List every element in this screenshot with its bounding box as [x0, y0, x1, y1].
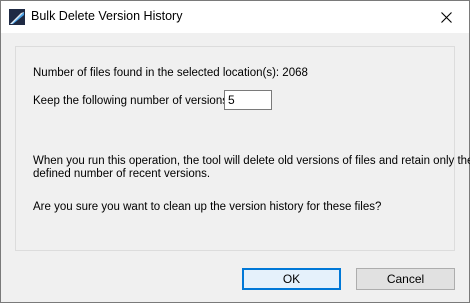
dialog-window: Bulk Delete Version History Number of fi…	[0, 0, 470, 303]
close-icon	[440, 11, 452, 23]
window-title: Bulk Delete Version History	[31, 9, 183, 23]
keep-versions-label: Keep the following number of versions:	[33, 95, 232, 107]
warning-text-line-1: When you run this operation, the tool wi…	[33, 155, 470, 167]
app-logo-icon	[9, 9, 25, 25]
ok-button[interactable]: OK	[242, 268, 341, 290]
cancel-button[interactable]: Cancel	[356, 268, 455, 290]
confirm-question-text: Are you sure you want to clean up the ve…	[33, 201, 382, 213]
versions-count-input[interactable]	[224, 90, 272, 110]
warning-text-line-2: defined number of recent versions.	[33, 168, 211, 180]
close-button[interactable]	[423, 1, 469, 33]
content-panel: Number of files found in the selected lo…	[15, 46, 470, 251]
title-bar[interactable]: Bulk Delete Version History	[1, 1, 469, 33]
files-found-text: Number of files found in the selected lo…	[33, 67, 308, 79]
